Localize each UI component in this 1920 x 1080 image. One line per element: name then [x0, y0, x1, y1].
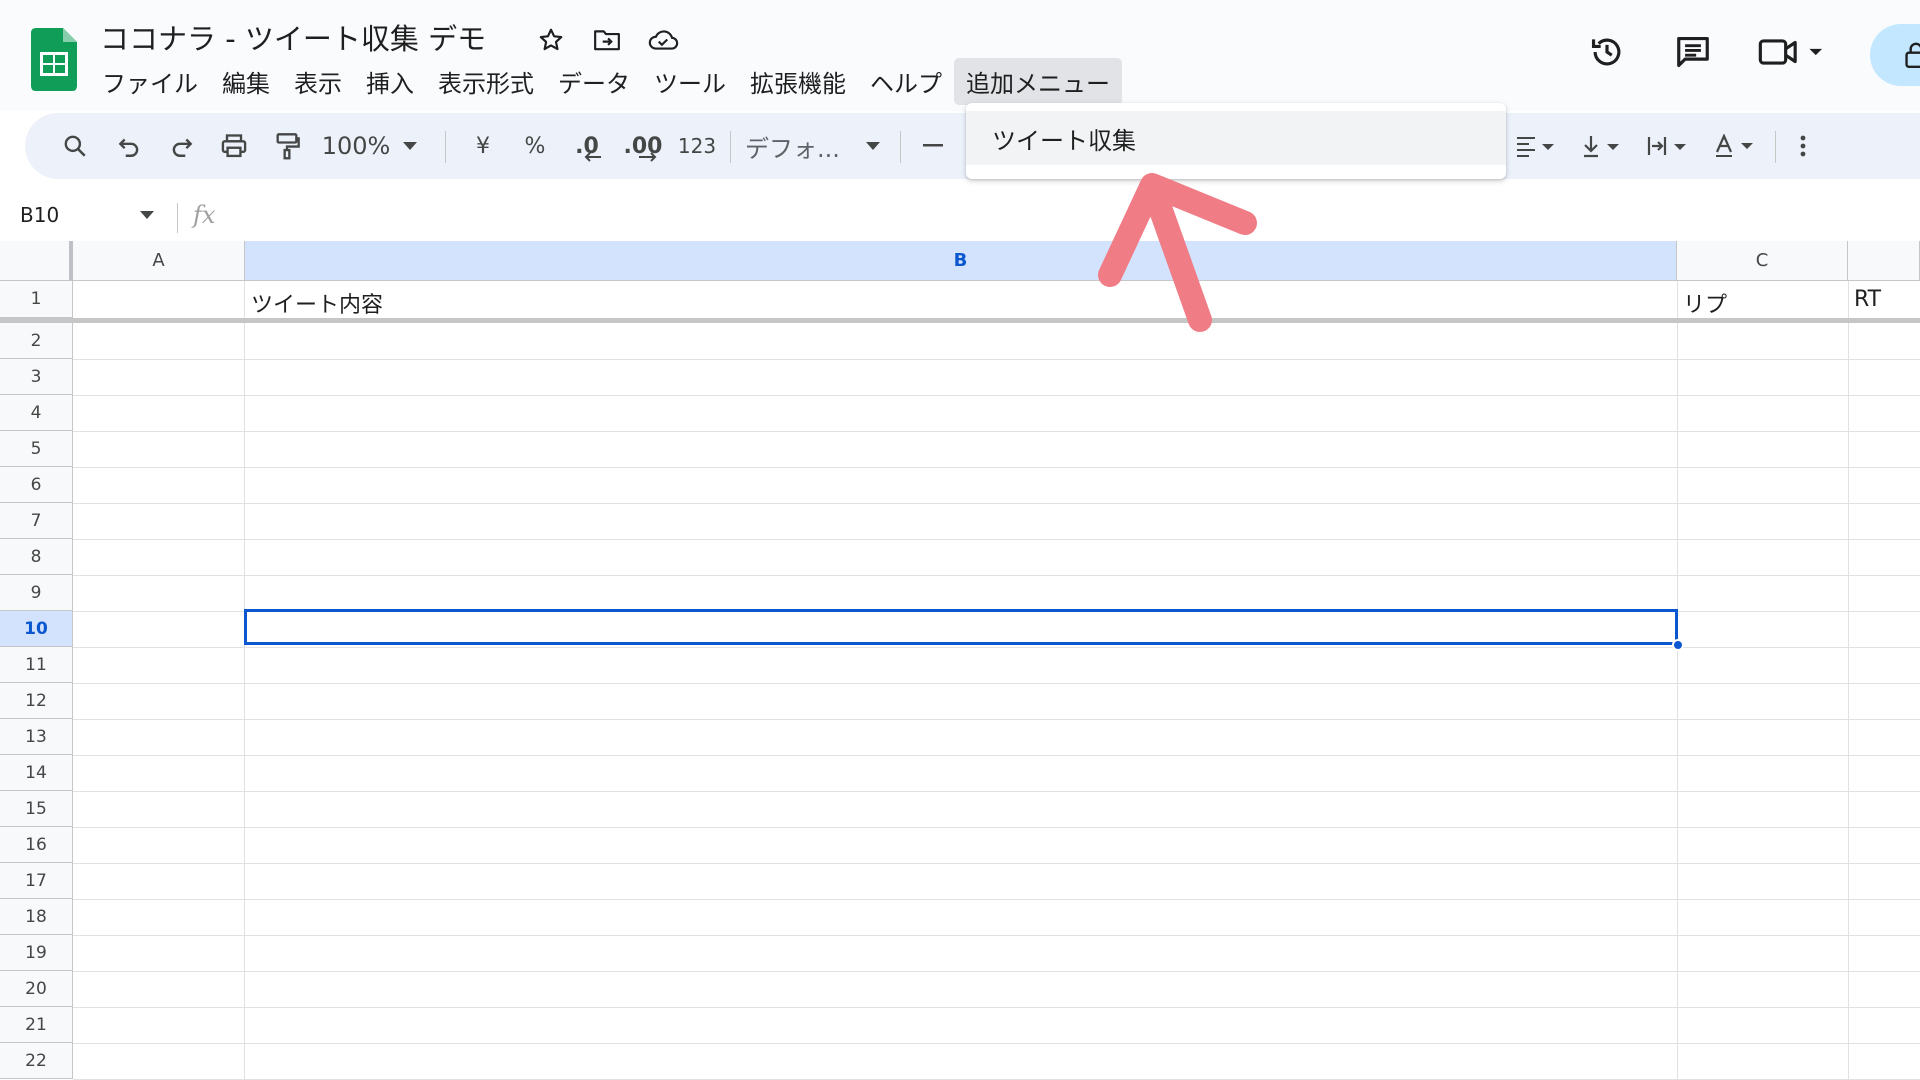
row-header[interactable]: 10 [0, 611, 73, 647]
row-header[interactable]: 8 [0, 539, 73, 575]
row-header[interactable]: 7 [0, 503, 73, 539]
row-header[interactable]: 22 [0, 1043, 73, 1079]
row-header[interactable]: 1 [0, 281, 73, 318]
column-header-c[interactable]: C [1677, 241, 1848, 281]
zoom-dropdown-icon[interactable] [395, 113, 425, 179]
row-header[interactable]: 14 [0, 755, 73, 791]
font-dropdown-icon[interactable] [858, 113, 888, 179]
row-header[interactable]: 3 [0, 359, 73, 395]
name-box-dropdown-icon[interactable] [140, 211, 154, 219]
fill-handle[interactable] [1672, 639, 1684, 651]
menu-extensions[interactable]: 拡張機能 [738, 58, 858, 105]
increase-decimal-button[interactable]: .00 [619, 113, 667, 179]
column-header-d[interactable] [1848, 241, 1920, 281]
comments-icon[interactable] [1671, 30, 1715, 74]
menu-view[interactable]: 表示 [282, 58, 354, 105]
cell-c1[interactable]: リプ [1683, 287, 1727, 319]
menu-data[interactable]: データ [546, 58, 642, 105]
more-options-icon[interactable] [1785, 113, 1821, 179]
zoom-value[interactable]: 100% [320, 113, 392, 179]
font-family-select[interactable]: デフォ... [745, 113, 845, 179]
row-header[interactable]: 4 [0, 395, 73, 431]
row-header[interactable]: 15 [0, 791, 73, 827]
row-header[interactable]: 20 [0, 971, 73, 1007]
row-header[interactable]: 5 [0, 431, 73, 467]
menu-bar: ファイル 編集 表示 挿入 表示形式 データ ツール 拡張機能 ヘルプ 追加メニ… [90, 57, 1122, 105]
menu-edit[interactable]: 編集 [210, 58, 282, 105]
row-header[interactable]: 6 [0, 467, 73, 503]
row-header[interactable]: 16 [0, 827, 73, 863]
row-header[interactable]: 18 [0, 899, 73, 935]
row-header[interactable]: 9 [0, 575, 73, 611]
cell-b1[interactable]: ツイート内容 [251, 287, 383, 319]
row-header[interactable]: 12 [0, 683, 73, 719]
menu-insert[interactable]: 挿入 [354, 58, 426, 105]
menu-help[interactable]: ヘルプ [858, 58, 954, 105]
text-rotation-icon[interactable] [1705, 113, 1765, 179]
undo-icon[interactable] [107, 113, 151, 179]
cell-d1[interactable]: RT [1854, 287, 1881, 312]
menu-file[interactable]: ファイル [90, 58, 210, 105]
formula-bar: B10 fx [0, 195, 1920, 241]
row-header[interactable]: 11 [0, 647, 73, 683]
app-header: ココナラ - ツイート収集 デモ ファイル 編集 表示 挿入 表示形式 データ … [0, 0, 1920, 111]
percent-format-button[interactable]: % [517, 113, 553, 179]
arrow-left-icon [584, 152, 601, 162]
document-title[interactable]: ココナラ - ツイート収集 デモ [100, 16, 486, 58]
fx-icon: fx [193, 201, 216, 229]
row-header[interactable]: 13 [0, 719, 73, 755]
lock-icon [1905, 42, 1920, 68]
meet-icon[interactable] [1757, 30, 1827, 74]
menu-tools[interactable]: ツール [642, 58, 738, 105]
vertical-align-icon[interactable] [1573, 113, 1631, 179]
text-wrapping-icon[interactable] [1638, 113, 1698, 179]
select-all-corner[interactable] [0, 241, 73, 281]
menu-item-collect-tweets[interactable]: ツイート収集 [966, 111, 1506, 165]
currency-format-button[interactable]: ¥ [465, 113, 501, 179]
redo-icon[interactable] [160, 113, 204, 179]
cloud-saved-icon[interactable] [645, 22, 681, 58]
horizontal-align-icon[interactable] [1505, 113, 1565, 179]
search-icon[interactable] [53, 113, 97, 179]
selected-cell-b10[interactable] [244, 609, 1678, 645]
decrease-font-size-icon[interactable] [915, 113, 951, 179]
menu-custom[interactable]: 追加メニュー [954, 57, 1122, 105]
share-button[interactable] [1870, 24, 1920, 86]
spreadsheet-grid[interactable]: A B C 1 2 3 4 5 6 7 8 9 10 11 12 13 14 15 16 17 18 19 20 21 2… [0, 241, 1920, 1080]
row-header[interactable]: 2 [0, 323, 73, 359]
move-folder-icon[interactable] [589, 22, 625, 58]
annotation-arrow-icon [1098, 173, 1257, 332]
star-icon[interactable] [533, 22, 569, 58]
column-header-a[interactable]: A [73, 241, 245, 281]
paint-format-icon[interactable] [265, 113, 309, 179]
print-icon[interactable] [212, 113, 256, 179]
row-header[interactable]: 21 [0, 1007, 73, 1043]
column-header-b[interactable]: B [245, 241, 1677, 281]
row-header[interactable]: 17 [0, 863, 73, 899]
number-format-button[interactable]: 123 [672, 113, 722, 179]
decrease-decimal-button[interactable]: .0 [565, 113, 609, 179]
sheets-logo-icon[interactable] [31, 28, 77, 91]
arrow-right-icon [639, 152, 657, 162]
row-header[interactable]: 19 [0, 935, 73, 971]
name-box[interactable]: B10 [20, 203, 59, 227]
version-history-icon[interactable] [1585, 30, 1629, 74]
menu-format[interactable]: 表示形式 [426, 58, 546, 105]
